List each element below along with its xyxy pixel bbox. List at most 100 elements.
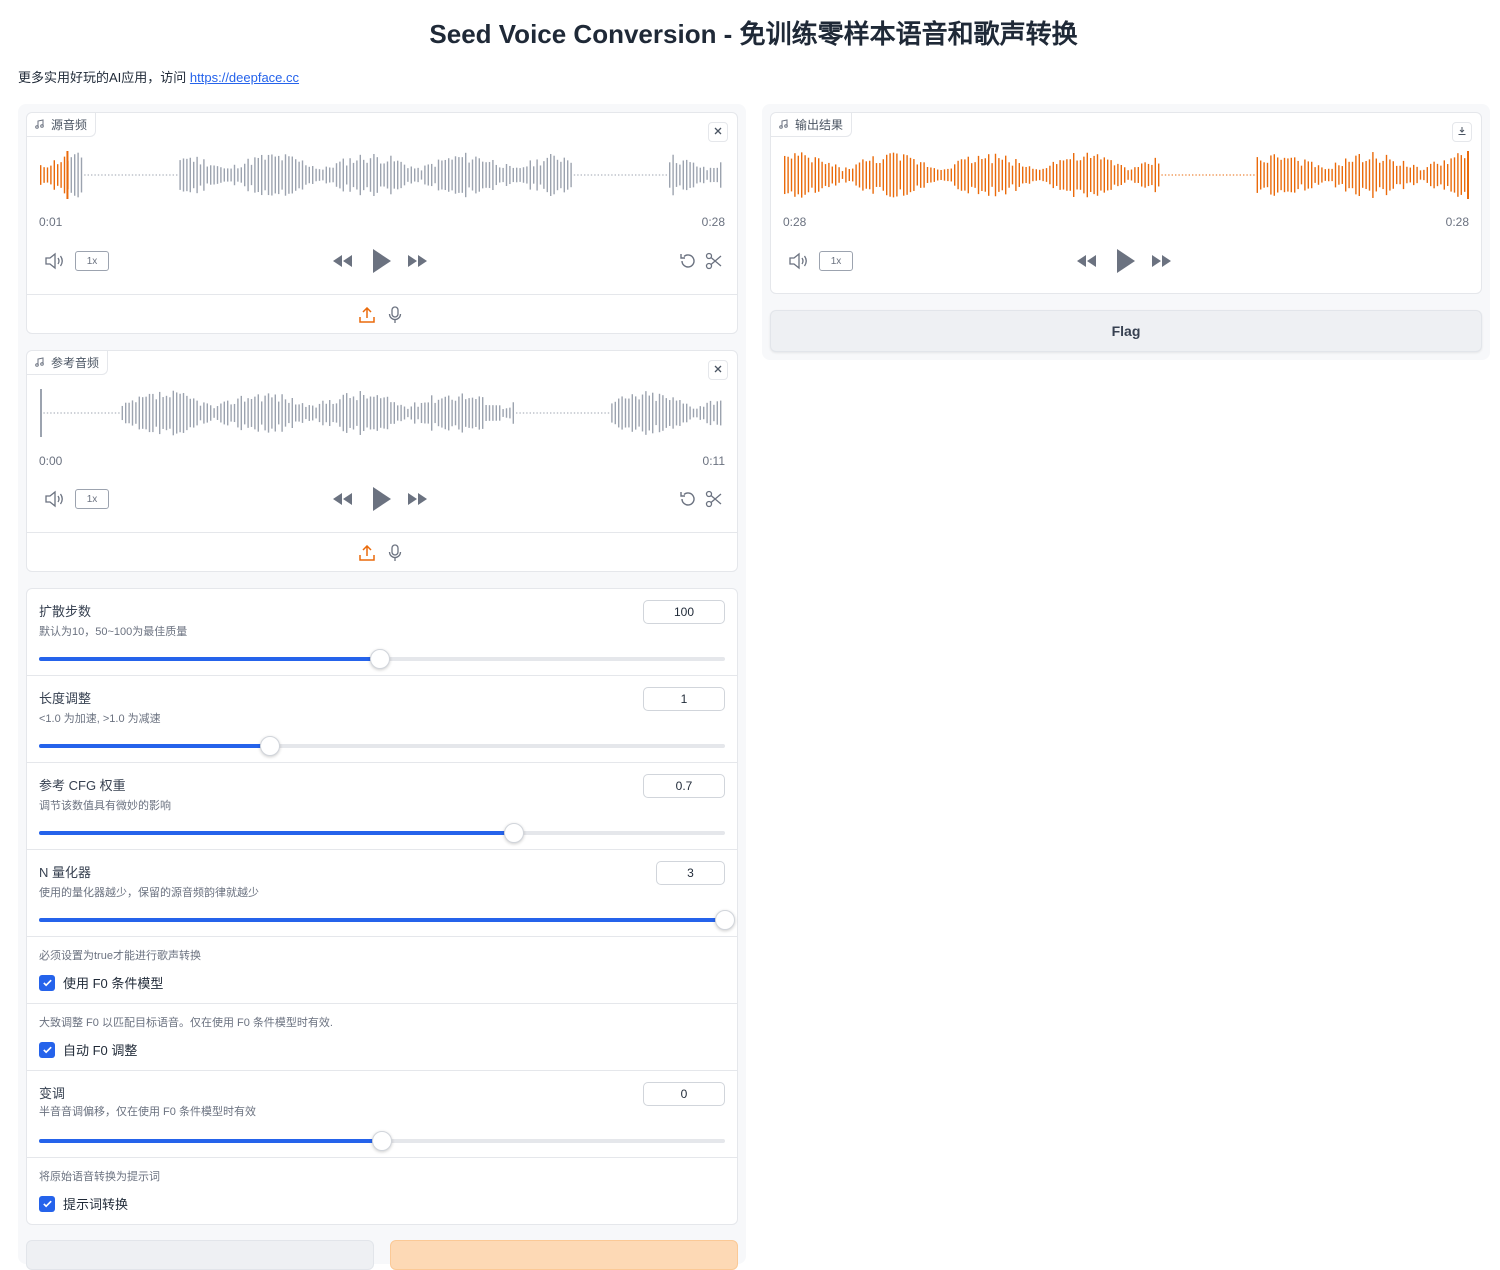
f0-condition-label: 使用 F0 条件模型: [63, 976, 164, 991]
output-waveform[interactable]: [783, 149, 1469, 201]
flag-button[interactable]: Flag: [770, 310, 1482, 352]
microphone-icon[interactable]: [385, 543, 405, 563]
diffusion-steps-slider[interactable]: [39, 649, 725, 669]
waveform-bar: [193, 161, 195, 189]
rewind-icon[interactable]: [329, 249, 355, 273]
clear-reference-button[interactable]: [708, 360, 728, 380]
fast-forward-icon[interactable]: [1149, 249, 1175, 273]
fast-forward-icon[interactable]: [405, 249, 431, 273]
waveform-bar: [424, 165, 426, 185]
checkbox-check-icon[interactable]: [39, 1041, 55, 1058]
reset-icon[interactable]: [677, 489, 699, 509]
waveform-bar: [512, 402, 514, 424]
source-waveform[interactable]: [39, 149, 725, 201]
waveform-bar: [478, 158, 480, 192]
waveform-bar: [1399, 165, 1401, 185]
n-quantizers-input[interactable]: 3: [656, 861, 725, 885]
waveform-bar: [53, 412, 55, 414]
waveform-bar: [308, 166, 310, 184]
waveform-bar: [369, 158, 372, 192]
scissors-icon[interactable]: [703, 489, 725, 509]
slider-thumb[interactable]: [715, 910, 735, 930]
n-quantizers-slider[interactable]: [39, 910, 735, 930]
fast-forward-icon[interactable]: [405, 487, 431, 511]
reference-rate-button[interactable]: 1x: [75, 489, 109, 509]
waveform-bar: [94, 174, 96, 176]
clear-button[interactable]: [26, 1240, 374, 1270]
waveform-bar: [1440, 165, 1442, 185]
waveform-bar: [522, 167, 525, 183]
waveform-bar: [169, 397, 171, 429]
microphone-icon[interactable]: [385, 305, 405, 325]
waveform-bar: [111, 174, 113, 176]
auto-f0-checkbox[interactable]: 自动 F0 调整: [39, 1040, 137, 1059]
waveform-bar: [560, 161, 562, 189]
waveform-bar: [346, 165, 348, 185]
waveform-bar: [1379, 162, 1381, 188]
waveform-bar: [162, 174, 164, 176]
cfg-weight-slider[interactable]: [39, 823, 725, 843]
f0-condition-checkbox[interactable]: 使用 F0 条件模型: [39, 973, 163, 992]
waveform-bar: [108, 174, 110, 176]
play-icon[interactable]: [367, 483, 395, 515]
waveform-bar: [1185, 174, 1187, 176]
waveform-bar: [431, 163, 433, 187]
pitch-shift-slider[interactable]: [39, 1131, 725, 1151]
reference-waveform[interactable]: [39, 387, 725, 439]
length-adjust-slider[interactable]: [39, 736, 725, 756]
length-adjust-input[interactable]: 1: [643, 687, 725, 711]
download-button[interactable]: [1452, 122, 1472, 142]
waveform-bar: [40, 165, 42, 185]
reference-duration: 0:11: [702, 454, 725, 468]
slider-fill: [39, 744, 271, 748]
waveform-bar: [261, 154, 263, 196]
play-icon[interactable]: [367, 245, 395, 277]
waveform-bar: [210, 165, 212, 185]
slider-thumb[interactable]: [260, 736, 281, 756]
waveform-bar: [257, 157, 259, 193]
deepface-link[interactable]: https://deepface.cc: [190, 70, 299, 85]
waveform-bar: [502, 409, 504, 417]
waveform-bar: [70, 157, 72, 193]
upload-icon[interactable]: [357, 305, 377, 325]
waveform-bar: [906, 155, 908, 195]
waveform-bar: [380, 398, 382, 428]
volume-icon[interactable]: [787, 251, 811, 271]
submit-button[interactable]: [390, 1240, 738, 1270]
slider-thumb[interactable]: [504, 823, 525, 843]
waveform-bar: [1011, 165, 1014, 185]
waveform-bar: [550, 154, 552, 196]
waveform-bar: [437, 399, 440, 427]
waveform-bar: [206, 166, 208, 184]
cfg-weight-input[interactable]: 0.7: [643, 774, 725, 798]
waveform-bar: [1351, 161, 1354, 189]
waveform-bar: [611, 403, 613, 423]
waveform-bar: [114, 412, 117, 414]
upload-icon[interactable]: [357, 543, 377, 563]
checkbox-check-icon[interactable]: [39, 1195, 55, 1212]
source-rate-button[interactable]: 1x: [75, 251, 109, 271]
waveform-bar: [1396, 165, 1398, 185]
volume-icon[interactable]: [43, 251, 67, 271]
play-icon[interactable]: [1111, 245, 1139, 277]
pitch-shift-input[interactable]: 0: [643, 1082, 725, 1106]
waveform-bar: [1294, 157, 1296, 193]
rewind-icon[interactable]: [1073, 249, 1099, 273]
clear-source-button[interactable]: [708, 122, 728, 142]
checkbox-check-icon[interactable]: [39, 974, 55, 991]
waveform-bar: [675, 400, 678, 426]
scissors-icon[interactable]: [703, 251, 725, 271]
reset-icon[interactable]: [677, 251, 699, 271]
waveform-bar: [1317, 165, 1320, 185]
slider-thumb[interactable]: [372, 1131, 392, 1151]
volume-icon[interactable]: [43, 489, 67, 509]
output-rate-button[interactable]: 1x: [819, 251, 853, 271]
diffusion-steps-input[interactable]: 100: [643, 600, 725, 624]
waveform-bar: [80, 412, 83, 414]
waveform-bar: [821, 161, 823, 189]
slider-thumb[interactable]: [369, 649, 390, 669]
rewind-icon[interactable]: [329, 487, 355, 511]
prompt-convert-checkbox[interactable]: 提示词转换: [39, 1194, 128, 1213]
waveform-bar: [499, 167, 501, 183]
waveform-bar: [977, 155, 980, 195]
